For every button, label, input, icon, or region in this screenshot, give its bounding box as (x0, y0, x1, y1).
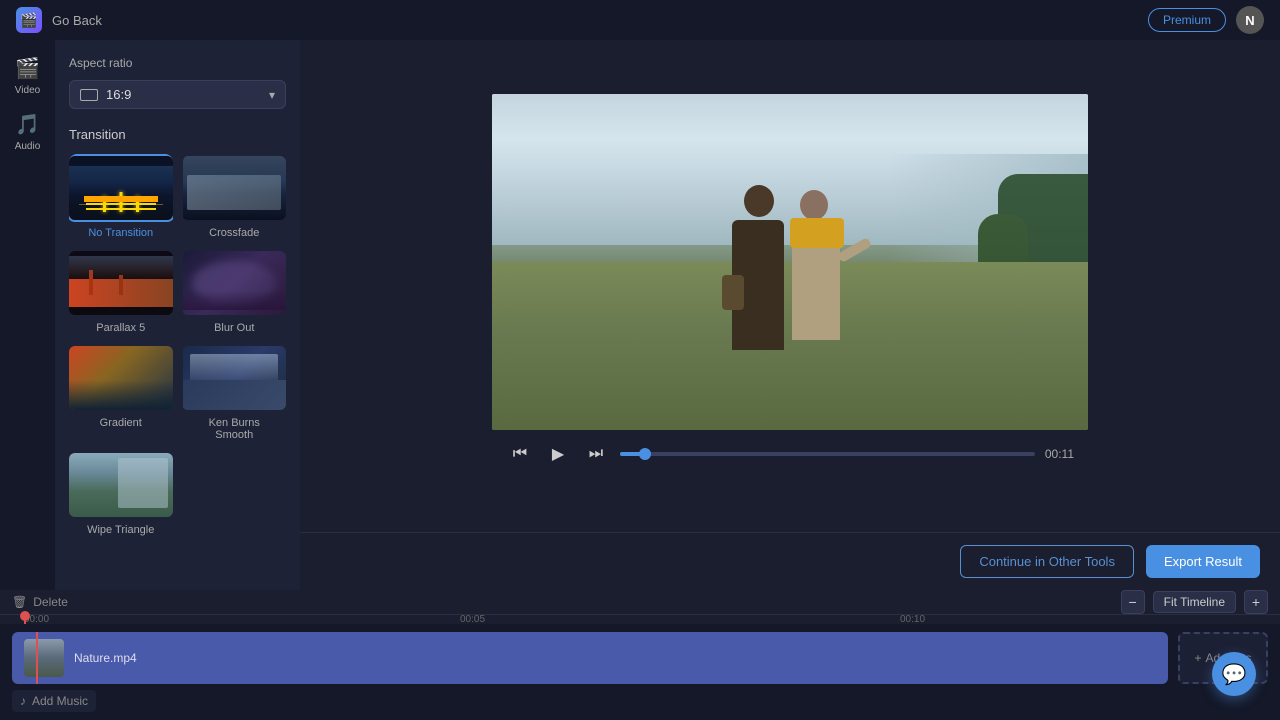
chat-icon: 💬 (1222, 662, 1247, 687)
parallax5-label: Parallax 5 (96, 322, 145, 334)
blurout-thumb (183, 249, 287, 317)
time-display: 00:11 (1045, 447, 1074, 461)
ruler-mark-1: 00:05 (460, 615, 485, 624)
export-button[interactable]: Export Result (1146, 545, 1260, 578)
aspect-ratio-label: Aspect ratio (69, 56, 286, 70)
transition-item-crossfade[interactable]: Crossfade (183, 154, 287, 239)
aspect-ratio-value: 16:9 (106, 87, 131, 102)
play-button[interactable]: ▶ (544, 440, 572, 468)
timeline-section: 🗑 Delete − Fit Timeline + 00:00 00:05 00… (0, 590, 1280, 720)
add-music-button[interactable]: ♪ Add Music (12, 690, 96, 712)
music-icon: ♪ (20, 694, 26, 708)
sidebar-item-video[interactable]: 🎬 Video (15, 56, 40, 96)
timeline-toolbar: 🗑 Delete − Fit Timeline + (0, 590, 1280, 615)
parallax5-thumb (69, 249, 173, 317)
icon-nav: 🎬 Video 🎵 Audio (0, 40, 55, 590)
crossfade-label: Crossfade (209, 227, 259, 239)
video-preview-area: ⏮ ▶ ⏭ 00:11 (300, 40, 1280, 532)
no-transition-thumb (69, 154, 173, 222)
bottom-actions: Continue in Other Tools Export Result (300, 532, 1280, 590)
sidebar-item-audio[interactable]: 🎵 Audio (15, 112, 41, 152)
transition-item-no-transition[interactable]: No Transition (69, 154, 173, 239)
go-back-link[interactable]: Go Back (52, 13, 102, 28)
left-panel: Aspect ratio 16:9 ▾ Transition (55, 40, 300, 590)
gradient-thumb (69, 344, 173, 412)
delete-label: Delete (33, 595, 68, 609)
app-icon: 🎬 (16, 7, 42, 33)
crossfade-thumb (183, 154, 287, 222)
aspect-ratio-select[interactable]: 16:9 ▾ (69, 80, 286, 109)
audio-nav-label: Audio (15, 141, 41, 152)
timeline-toolbar-left: 🗑 Delete (12, 595, 68, 609)
track-filename: Nature.mp4 (74, 651, 137, 665)
timeline-ruler: 00:00 00:05 00:10 (0, 615, 1280, 624)
center-area: ⏮ ▶ ⏭ 00:11 Continue in Other Tools Expo… (300, 40, 1280, 590)
kenburns-label: Ken BurnsSmooth (209, 417, 260, 441)
continue-button[interactable]: Continue in Other Tools (960, 545, 1134, 578)
topbar: 🎬 Go Back Premium N (0, 0, 1280, 40)
timeline-tracks: Nature.mp4 + Add files ♪ Add Music (0, 624, 1280, 720)
video-frame-inner (492, 94, 1088, 430)
transition-item-parallax5[interactable]: Parallax 5 (69, 249, 173, 334)
aspect-ratio-icon (80, 89, 98, 101)
skip-forward-button[interactable]: ⏭ (582, 440, 610, 468)
fit-timeline-button[interactable]: Fit Timeline (1153, 591, 1236, 613)
topbar-right: Premium N (1148, 6, 1264, 34)
timeline-toolbar-right: − Fit Timeline + (1121, 590, 1268, 614)
chevron-down-icon: ▾ (269, 88, 275, 102)
kenburns-thumb (183, 344, 287, 412)
blurout-label: Blur Out (214, 322, 254, 334)
transition-item-kenburns[interactable]: Ken BurnsSmooth (183, 344, 287, 441)
timeline-playhead (24, 615, 26, 624)
video-icon: 🎬 (15, 56, 40, 81)
premium-button[interactable]: Premium (1148, 8, 1226, 32)
main-content: 🎬 Video 🎵 Audio Aspect ratio 16:9 ▾ Tran… (0, 40, 1280, 590)
wipetriangle-thumb (69, 451, 173, 519)
transition-item-gradient[interactable]: Gradient (69, 344, 173, 441)
skip-back-button[interactable]: ⏮ (506, 440, 534, 468)
transition-grid: No Transition Crossfade (69, 154, 286, 536)
transition-section-label: Transition (69, 127, 286, 142)
track-thumbnail (24, 639, 64, 677)
track-thumb-inner (24, 639, 64, 677)
video-track[interactable]: Nature.mp4 (12, 632, 1168, 684)
avatar[interactable]: N (1236, 6, 1264, 34)
plus-icon: + (1194, 651, 1201, 665)
video-controls: ⏮ ▶ ⏭ 00:11 (492, 430, 1088, 478)
progress-bar[interactable] (620, 452, 1035, 456)
video-track-wrapper: Nature.mp4 + Add files (12, 632, 1268, 684)
ruler-mark-2: 00:10 (900, 615, 925, 624)
audio-icon: 🎵 (15, 112, 40, 137)
zoom-out-button[interactable]: − (1121, 590, 1145, 614)
topbar-left: 🎬 Go Back (16, 7, 102, 33)
progress-handle (639, 448, 651, 460)
add-music-label: Add Music (32, 694, 88, 708)
zoom-in-button[interactable]: + (1244, 590, 1268, 614)
video-frame (492, 94, 1088, 430)
transition-item-wipetriangle[interactable]: Wipe Triangle (69, 451, 173, 536)
aspect-ratio-left: 16:9 (80, 87, 131, 102)
transition-item-blurout[interactable]: Blur Out (183, 249, 287, 334)
video-container: ⏮ ▶ ⏭ 00:11 (492, 94, 1088, 478)
gradient-label: Gradient (100, 417, 142, 429)
add-music-wrapper: ♪ Add Music (12, 690, 1268, 712)
no-transition-label: No Transition (88, 227, 153, 239)
chat-fab-button[interactable]: 💬 (1212, 652, 1256, 696)
delete-icon: 🗑 (12, 595, 27, 609)
wipetriangle-label: Wipe Triangle (87, 524, 154, 536)
video-nav-label: Video (15, 85, 40, 96)
